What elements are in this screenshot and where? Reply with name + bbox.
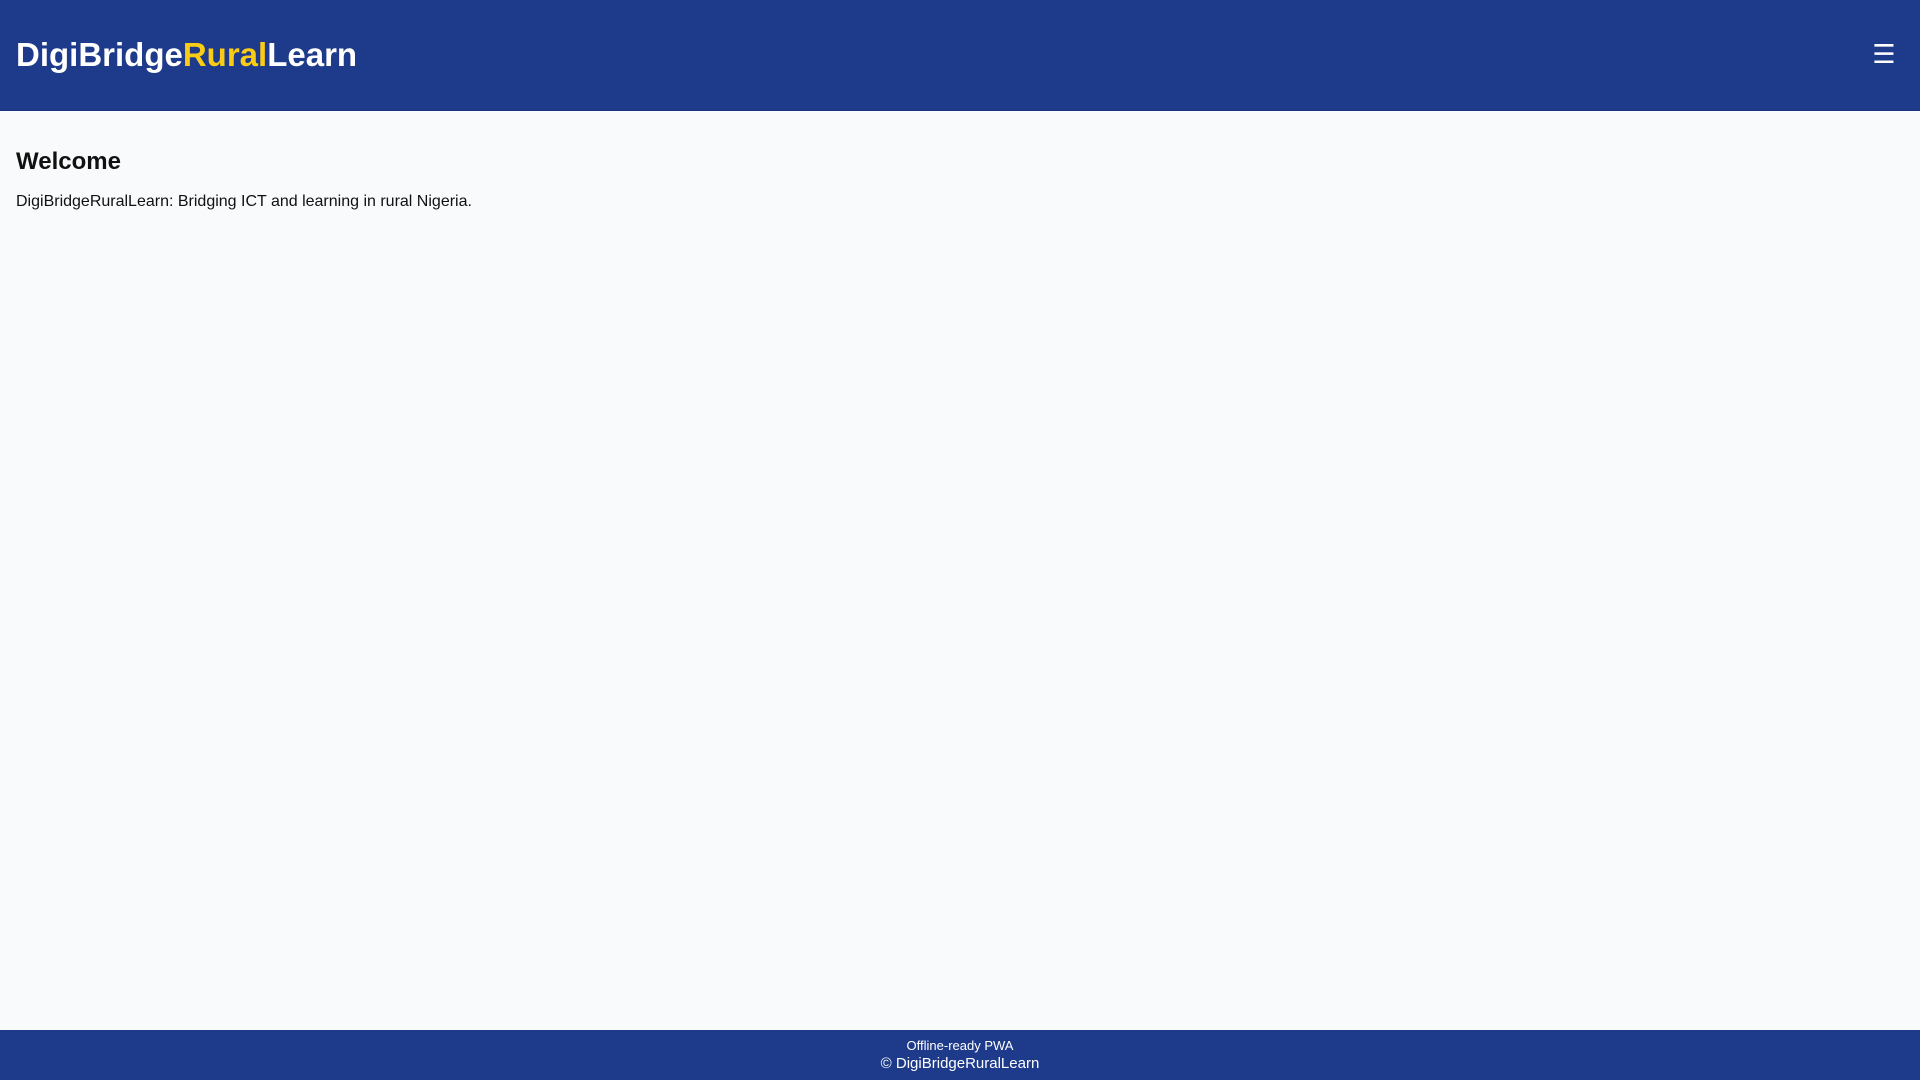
logo-part-digibridge: DigiBridge <box>16 36 183 73</box>
app-footer: Offline-ready PWA © DigiBridgeRuralLearn <box>0 1030 1920 1080</box>
copyright-text: © DigiBridgeRuralLearn <box>880 1055 1040 1072</box>
app-logo[interactable]: DigiBridgeRuralLearn <box>16 33 357 77</box>
welcome-description: DigiBridgeRuralLearn: Bridging ICT and l… <box>16 193 472 210</box>
hamburger-menu-icon[interactable]: ☰ <box>1868 37 1900 73</box>
app-header: DigiBridgeRuralLearn ☰ <box>0 0 1920 111</box>
logo-part-learn: Learn <box>267 36 358 73</box>
welcome-title: Welcome <box>16 148 121 175</box>
offline-status-text: Offline-ready PWA <box>906 1038 1014 1053</box>
main-content: Welcome DigiBridgeRuralLearn: Bridging I… <box>16 145 1904 213</box>
logo-part-rural: Rural <box>182 36 268 73</box>
